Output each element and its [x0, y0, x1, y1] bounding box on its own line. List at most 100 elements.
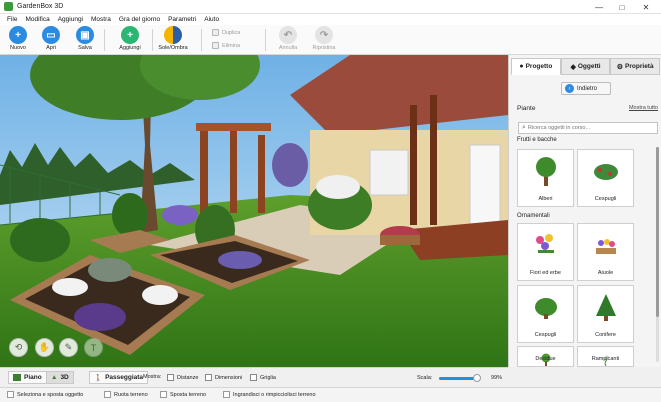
menu-add[interactable]: Aggiungi	[54, 16, 87, 23]
menu-time-of-day[interactable]: Gra del giorno	[115, 16, 164, 23]
new-button[interactable]: + Nuovo	[0, 26, 36, 51]
duplicate-label: Duplica	[222, 29, 241, 36]
grid-checkbox[interactable]: Griglia	[250, 374, 276, 381]
bush-icon	[534, 298, 557, 319]
search-input[interactable]	[527, 125, 648, 131]
shrub-icon	[593, 164, 618, 180]
category-label: Alberi	[538, 196, 553, 202]
category-deciduous[interactable]: Decidue	[517, 346, 574, 367]
gear-icon: ⚙	[616, 63, 624, 71]
category-flowers-grasses[interactable]: Fiori ed erbe	[517, 223, 574, 281]
dimensions-label: Dimensioni	[215, 374, 243, 381]
add-button[interactable]: + Aggiungi	[112, 26, 148, 51]
category-trees[interactable]: Alberi	[517, 149, 574, 207]
3d-view-button[interactable]: ▲ 3D	[46, 371, 74, 384]
mouse-left-icon	[7, 391, 14, 398]
title-bar: GardenBox 3D — □ ✕	[0, 0, 661, 14]
measure-icon[interactable]: ✎	[59, 338, 78, 357]
tab-objects-label: Oggetti	[577, 63, 601, 70]
deck-post	[410, 105, 417, 225]
pergola-beam	[196, 123, 271, 131]
purple-flowers	[162, 205, 198, 225]
search-icon: ⌕	[522, 124, 526, 131]
minimize-button[interactable]: —	[588, 0, 610, 14]
menu-parameters[interactable]: Parametri	[164, 16, 200, 23]
distances-checkbox[interactable]: Distanze	[167, 374, 198, 381]
shrub	[10, 218, 70, 262]
status-select-move: Seleziona e sposta oggetto	[7, 391, 83, 398]
category-label: Aiuole	[597, 270, 614, 276]
redo-button[interactable]: ↷ Ripristina	[304, 26, 344, 51]
plan-view-button[interactable]: Piano	[8, 371, 47, 384]
scale-slider[interactable]	[439, 374, 481, 382]
tab-objects[interactable]: ◆ Oggetti	[560, 58, 611, 75]
purple-flowers	[74, 303, 126, 331]
search-field[interactable]: ⌕	[518, 122, 658, 134]
folder-icon: ▭	[42, 26, 60, 44]
status-text: Seleziona e sposta oggetto	[17, 391, 84, 398]
plus-icon: +	[121, 26, 139, 44]
maximize-button[interactable]: □	[611, 0, 633, 14]
toolbar-separator	[265, 29, 266, 51]
scale-slider-fill	[439, 377, 477, 380]
pergola-post	[200, 127, 208, 217]
category-fruit-shrubs[interactable]: Cespugli	[577, 149, 634, 207]
3d-viewport[interactable]: ⟲ ✋ ✎ T	[0, 55, 508, 367]
category-ornamental-shrubs[interactable]: Cespugli	[517, 285, 574, 343]
close-button[interactable]: ✕	[635, 0, 657, 14]
text-tool-icon[interactable]: T	[84, 338, 103, 357]
scale-slider-knob[interactable]	[472, 374, 481, 382]
walk-label: Passeggiata	[105, 374, 144, 381]
status-rotate: Ruota terreno	[104, 391, 148, 398]
save-button[interactable]: ▣ Salva	[67, 26, 103, 51]
pan-hand-icon[interactable]: ✋	[35, 338, 54, 357]
menu-file[interactable]: File	[3, 16, 21, 23]
pergola-post	[258, 135, 265, 213]
panel-scrollbar[interactable]	[656, 147, 659, 362]
category-conifers[interactable]: Conifere	[577, 285, 634, 343]
back-button[interactable]: ‹ Indietro	[561, 82, 611, 95]
delete-button[interactable]: Elimina	[212, 42, 240, 49]
save-label: Salva	[78, 45, 92, 51]
checkbox-icon	[250, 374, 257, 381]
walk-view-button[interactable]: 🚶 Passeggiata	[89, 371, 149, 384]
category-label: Fiori ed erbe	[530, 270, 561, 276]
duplicate-button[interactable]: Duplica	[212, 29, 240, 36]
sun-shade-button[interactable]: Sole/Ombra	[153, 26, 193, 51]
conifer-icon	[595, 294, 616, 321]
panel-tabs: ● Progetto ◆ Oggetti ⚙ Proprietà	[511, 58, 661, 75]
app-logo-icon	[4, 2, 13, 11]
menu-edit[interactable]: Modifica	[21, 16, 53, 23]
tree-icon	[535, 157, 556, 186]
toolbar: + Nuovo ▭ Apri ▣ Salva + Aggiungi Sole/O…	[0, 25, 661, 55]
shrub	[112, 193, 148, 237]
side-panel: ● Progetto ◆ Oggetti ⚙ Proprietà ‹ Indie…	[508, 55, 661, 367]
checkbox-icon	[205, 374, 212, 381]
menu-view[interactable]: Mostra	[87, 16, 115, 23]
status-move: Sposta terreno	[160, 391, 206, 398]
sun-shade-icon	[164, 26, 182, 44]
status-text: Sposta terreno	[170, 391, 207, 398]
new-label: Nuovo	[10, 45, 26, 51]
scrollbar-thumb[interactable]	[656, 147, 659, 317]
back-label: Indietro	[577, 85, 598, 92]
dimensions-checkbox[interactable]: Dimensioni	[205, 374, 242, 381]
tab-project[interactable]: ● Progetto	[511, 58, 561, 75]
rotate-view-icon[interactable]: ⟲	[9, 338, 28, 357]
new-file-icon: +	[9, 26, 27, 44]
section-ornamentals: Ornamentali	[517, 213, 550, 219]
category-climbers[interactable]: Rampicanti	[577, 346, 634, 367]
tab-properties[interactable]: ⚙ Proprietà	[610, 58, 661, 75]
globe-icon: ●	[519, 63, 524, 70]
delete-label: Elimina	[222, 42, 241, 49]
purple-flowers	[218, 251, 262, 269]
show-all-link[interactable]: Mostra tutto	[629, 105, 658, 111]
undo-button[interactable]: ↶ Annulla	[270, 26, 306, 51]
open-button[interactable]: ▭ Apri	[33, 26, 69, 51]
undo-icon: ↶	[279, 26, 297, 44]
grey-plants	[88, 258, 132, 282]
menu-help[interactable]: Aiuto	[200, 16, 223, 23]
category-label: Decidue	[535, 356, 556, 362]
category-flowerbeds[interactable]: Aiuole	[577, 223, 634, 281]
planter-pot	[380, 235, 420, 245]
